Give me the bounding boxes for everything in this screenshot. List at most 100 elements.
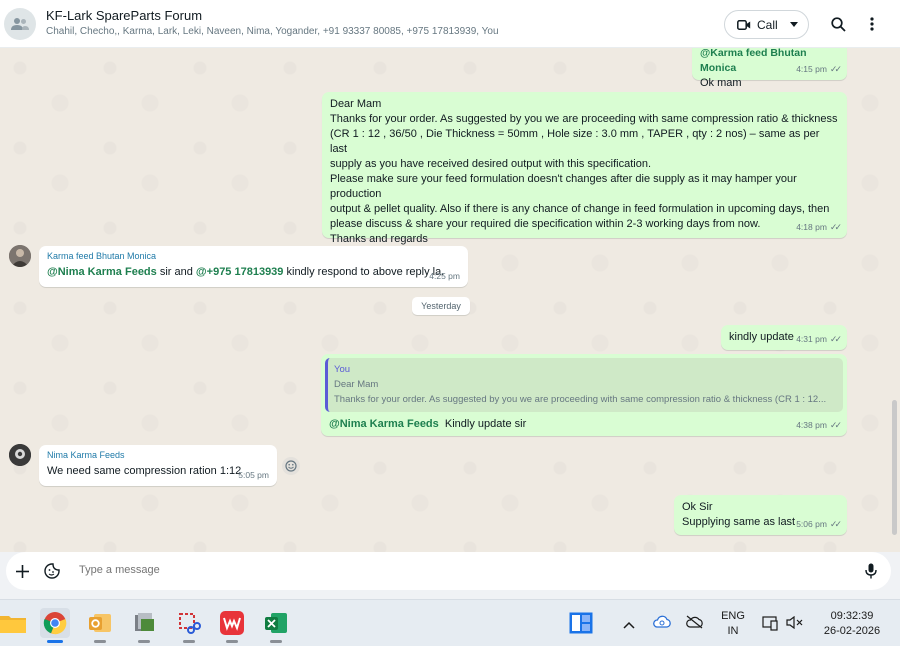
search-button[interactable] — [828, 14, 848, 34]
message-time: 4:25 pm — [429, 271, 460, 281]
message-line: Thanks and regards — [330, 233, 428, 245]
composer-box — [6, 552, 891, 590]
system-clock[interactable]: 09:32:39 26-02-2026 — [812, 609, 892, 639]
sender-avatar[interactable] — [9, 444, 31, 466]
message-text: kindly update — [729, 331, 794, 343]
network-button[interactable] — [686, 615, 703, 634]
language-code: ENG — [721, 610, 745, 622]
message-outgoing[interactable]: Dear Mam Thanks for your order. As sugge… — [322, 92, 847, 260]
message-outgoing[interactable]: Ok Sir Supplying same as last 5:06 pm ✓✓ — [674, 495, 847, 535]
group-icon — [11, 18, 29, 30]
phone-link-icon — [762, 616, 778, 631]
cloud-off-icon — [686, 615, 703, 629]
message-outgoing[interactable]: kindly update 4:31 pm ✓✓ — [721, 325, 847, 350]
call-label: Call — [757, 17, 778, 32]
message-line: Please make sure your feed formulation d… — [330, 173, 797, 200]
message-text: Ok mam — [700, 77, 742, 89]
excel-icon — [265, 613, 287, 633]
taskbar-app-outlook[interactable] — [85, 608, 115, 643]
kebab-menu-icon — [870, 17, 874, 31]
clock-time: 09:32:39 — [830, 610, 874, 622]
group-avatar[interactable] — [4, 8, 36, 40]
call-button[interactable]: Call — [724, 10, 809, 39]
taskbar-app-snipping-tool[interactable] — [174, 608, 204, 643]
quoted-message[interactable]: You Dear Mam Thanks for your order. As s… — [325, 358, 843, 412]
wps-icon — [220, 611, 244, 635]
message-outgoing[interactable]: You Dear Mam Thanks for your order. As s… — [321, 354, 847, 436]
folder-icon — [0, 616, 26, 633]
quoted-text: Thanks for your order. As suggested by y… — [334, 394, 827, 405]
message-text: kindly respond to above reply la. — [283, 266, 445, 278]
running-indicator — [138, 640, 150, 643]
double-tick-icon: ✓✓ — [829, 519, 842, 529]
message-outgoing[interactable]: @Karma feed Bhutan Monica Ok mam 4:15 pm… — [692, 48, 847, 89]
taskbar-app-file-explorer[interactable] — [0, 608, 28, 638]
running-indicator — [270, 640, 282, 643]
sender-avatar[interactable] — [9, 245, 31, 267]
chat-title[interactable]: KF-Lark SpareParts Forum — [46, 8, 202, 23]
voice-button[interactable] — [862, 562, 880, 580]
message-time: 5:05 pm — [238, 470, 269, 480]
double-tick-icon: ✓✓ — [829, 334, 842, 344]
running-indicator — [183, 640, 195, 643]
message-sender[interactable]: Nima Karma Feeds — [47, 449, 269, 462]
message-text: Ok Sir — [682, 501, 713, 513]
message-line: please discuss & share your required die… — [330, 218, 761, 230]
react-button[interactable] — [282, 457, 300, 475]
taskbar-app-excel[interactable] — [261, 608, 291, 643]
chevron-up-icon — [623, 621, 635, 629]
message-text: Kindly update sir — [444, 418, 527, 430]
taskbar: ENG IN 09:32:39 26-02-2026 — [0, 599, 900, 646]
sender-photo-icon — [9, 245, 31, 267]
running-indicator — [226, 640, 238, 643]
quoted-text: Dear Mam — [334, 379, 379, 390]
message-line: supply as you have received desired outp… — [330, 158, 652, 170]
cloud-sync-icon — [653, 615, 671, 628]
onedrive-button[interactable] — [653, 615, 671, 633]
taskbar-app-chrome[interactable] — [40, 608, 70, 643]
message-mention[interactable]: @+975 17813939 — [196, 266, 284, 278]
plus-icon — [15, 564, 29, 578]
message-list[interactable]: @Karma feed Bhutan Monica Ok mam 4:15 pm… — [0, 48, 900, 552]
message-incoming[interactable]: Nima Karma Feeds We need same compressio… — [39, 445, 277, 486]
emoji-icon — [285, 460, 297, 472]
quoted-author: You — [334, 364, 351, 375]
sticker-button[interactable] — [43, 562, 61, 580]
date-divider: Yesterday — [412, 297, 470, 315]
chevron-down-icon — [789, 22, 798, 27]
message-line: output & pellet quality. Also if there i… — [330, 203, 830, 215]
message-line: (CR 1 : 12 , 36/50 , Die Thickness = 50m… — [330, 128, 820, 155]
message-mention[interactable]: @Nima Karma Feeds — [329, 418, 439, 430]
video-call-icon — [737, 19, 751, 30]
outlook-icon — [89, 614, 111, 632]
message-sender[interactable]: Karma feed Bhutan Monica — [47, 250, 460, 263]
active-indicator — [47, 640, 63, 643]
message-time: 4:18 pm ✓✓ — [796, 222, 842, 232]
region-code: IN — [727, 625, 739, 637]
menu-button[interactable] — [862, 14, 882, 34]
double-tick-icon: ✓✓ — [829, 222, 842, 232]
message-line: Dear Mam — [330, 98, 382, 110]
message-text: We need same compression ration 1:12 — [47, 465, 242, 477]
attach-button[interactable] — [14, 563, 30, 579]
message-input[interactable] — [77, 563, 777, 577]
message-time: 5:06 pm ✓✓ — [796, 519, 842, 529]
device-button[interactable] — [762, 615, 779, 636]
participants-list[interactable]: Chahil, Checho,, Karma, Lark, Leki, Nave… — [46, 26, 499, 37]
taskbar-app-file-manager[interactable] — [129, 608, 159, 643]
message-mention[interactable]: @Nima Karma Feeds — [47, 266, 157, 278]
volume-button[interactable] — [786, 615, 803, 634]
chrome-icon — [43, 612, 67, 635]
language-indicator[interactable]: ENG IN — [718, 609, 748, 639]
message-line: Thanks for your order. As suggested by y… — [330, 113, 838, 125]
message-incoming[interactable]: Karma feed Bhutan Monica @Nima Karma Fee… — [39, 246, 468, 287]
message-time: 4:38 pm ✓✓ — [796, 420, 842, 430]
widgets-icon — [569, 612, 593, 634]
show-hidden-icons-button[interactable] — [623, 616, 635, 634]
message-time: 4:15 pm ✓✓ — [796, 64, 842, 74]
taskbar-app-wps-office[interactable] — [217, 608, 247, 643]
double-tick-icon: ✓✓ — [829, 64, 842, 74]
chat-scrollbar[interactable] — [892, 400, 897, 535]
taskbar-widget[interactable] — [566, 608, 596, 638]
message-text: sir and — [156, 266, 196, 278]
